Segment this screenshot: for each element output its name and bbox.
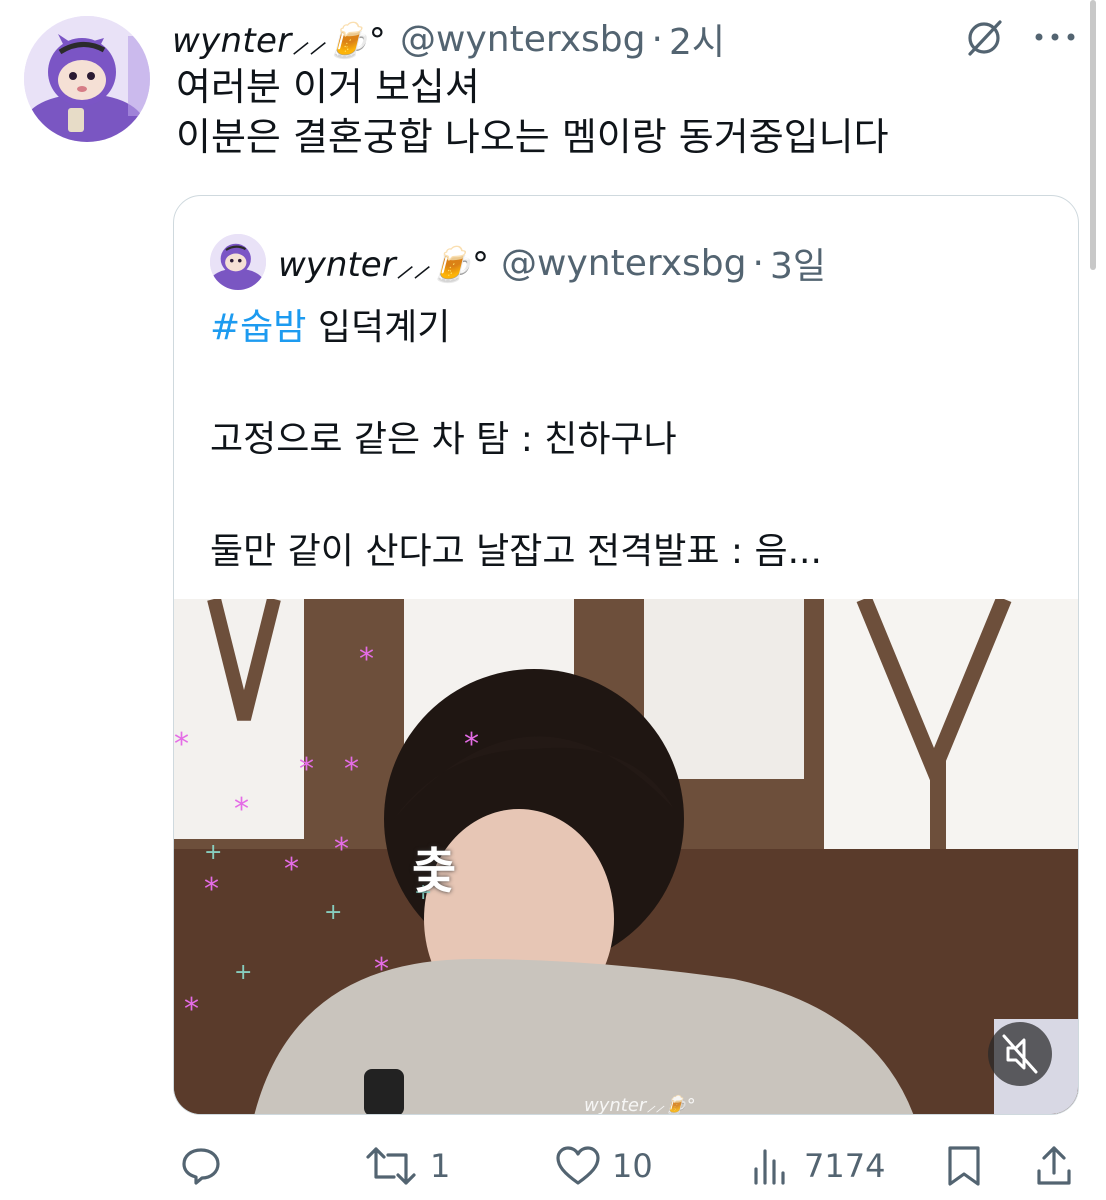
scrollbar-thumb[interactable] xyxy=(1090,0,1096,270)
hashtag-link[interactable]: #숩밤 xyxy=(210,307,306,348)
avatar-image xyxy=(24,16,150,142)
tweet-header: wynter⸝⸝🍺° @wynterxsbg · 2시 xyxy=(172,14,725,64)
video-media[interactable]: * * * * * * * * * * * + + + + 춫 wynter⸝⸝… xyxy=(174,599,1078,1115)
quoted-text: #숩밤 입덕계기 고정으로 같은 차 탐 : 친하구나 둘만 같이 산다고 날잡… xyxy=(210,300,822,580)
more-options-icon[interactable] xyxy=(1030,18,1080,56)
tweet-text-line-1: 여러분 이거 보십셔 xyxy=(176,65,480,109)
tweet-text: 여러분 이거 보십셔이분은 결혼궁합 나오는 멤이랑 동거중입니다 xyxy=(176,62,889,162)
quoted-header: wynter⸝⸝🍺° @wynterxsbg · 3일 xyxy=(278,234,826,292)
svg-text:*: * xyxy=(204,872,219,907)
svg-text:*: * xyxy=(174,727,189,762)
quoted-separator: · xyxy=(752,242,764,284)
tweet-text-line-2: 이분은 결혼궁합 나오는 멤이랑 동거중입니다 xyxy=(176,115,889,159)
user-handle[interactable]: @wynterxsbg xyxy=(400,19,645,60)
like-count: 10 xyxy=(612,1147,653,1185)
action-bar: 1 10 7174 xyxy=(0,1140,1106,1200)
quoted-handle: @wynterxsbg xyxy=(501,242,747,284)
like-button[interactable]: 10 xyxy=(554,1140,653,1192)
retweet-count: 1 xyxy=(430,1147,451,1185)
views-chart-icon xyxy=(754,1149,785,1185)
retweet-button[interactable]: 1 xyxy=(362,1140,450,1192)
retweet-icon xyxy=(366,1147,416,1185)
grok-icon[interactable] xyxy=(962,16,1006,60)
scrollbar[interactable] xyxy=(1088,0,1098,270)
reply-icon xyxy=(182,1148,220,1185)
svg-text:*: * xyxy=(184,992,199,1027)
quoted-line-2: 고정으로 같은 차 탐 : 친하구나 xyxy=(210,419,677,460)
media-watermark: wynter⸝⸝🍺° xyxy=(584,1095,696,1115)
svg-text:*: * xyxy=(334,832,349,867)
svg-text:+: + xyxy=(324,900,342,925)
views-button[interactable]: 7174 xyxy=(748,1140,885,1192)
separator-dot: · xyxy=(651,18,663,60)
reply-button[interactable] xyxy=(178,1140,224,1192)
mute-button[interactable] xyxy=(988,1022,1052,1086)
avatar[interactable] xyxy=(24,16,150,142)
video-frame: * * * * * * * * * * * + + + + xyxy=(174,599,1078,1114)
heart-icon xyxy=(556,1146,600,1185)
media-overlay-text: 춫 xyxy=(412,843,457,899)
quoted-blank-2 xyxy=(210,468,822,524)
quoted-line-1-rest: 입덕계기 xyxy=(306,307,451,348)
svg-text:*: * xyxy=(464,727,479,762)
quoted-avatar[interactable] xyxy=(210,234,266,290)
quoted-line-3: 둘만 같이 산다고 날잡고 전격발표 : 음... xyxy=(210,531,822,572)
timestamp[interactable]: 2시 xyxy=(669,13,725,65)
share-icon xyxy=(1037,1146,1071,1185)
svg-text:*: * xyxy=(359,642,374,677)
bookmark-icon xyxy=(948,1146,980,1186)
svg-text:*: * xyxy=(344,752,359,787)
quoted-blank-1 xyxy=(210,356,822,412)
svg-text:*: * xyxy=(374,952,389,987)
quoted-timestamp: 3일 xyxy=(769,246,826,287)
share-button[interactable] xyxy=(1034,1140,1074,1192)
svg-text:+: + xyxy=(204,840,222,865)
svg-text:*: * xyxy=(299,752,314,787)
quoted-avatar-image xyxy=(210,234,266,290)
svg-text:*: * xyxy=(234,792,249,827)
quoted-tweet[interactable]: wynter⸝⸝🍺° @wynterxsbg · 3일 #숩밤 입덕계기 고정으… xyxy=(173,195,1079,1115)
svg-text:+: + xyxy=(234,960,252,985)
quoted-line-1: #숩밤 입덕계기 xyxy=(210,300,822,356)
display-name[interactable]: wynter⸝⸝🍺° xyxy=(172,16,386,62)
views-count: 7174 xyxy=(804,1147,886,1185)
quoted-display-name: wynter⸝⸝🍺° xyxy=(278,245,490,285)
svg-text:*: * xyxy=(284,852,299,887)
bookmark-button[interactable] xyxy=(944,1140,984,1192)
speaker-muted-icon xyxy=(1002,1034,1038,1074)
